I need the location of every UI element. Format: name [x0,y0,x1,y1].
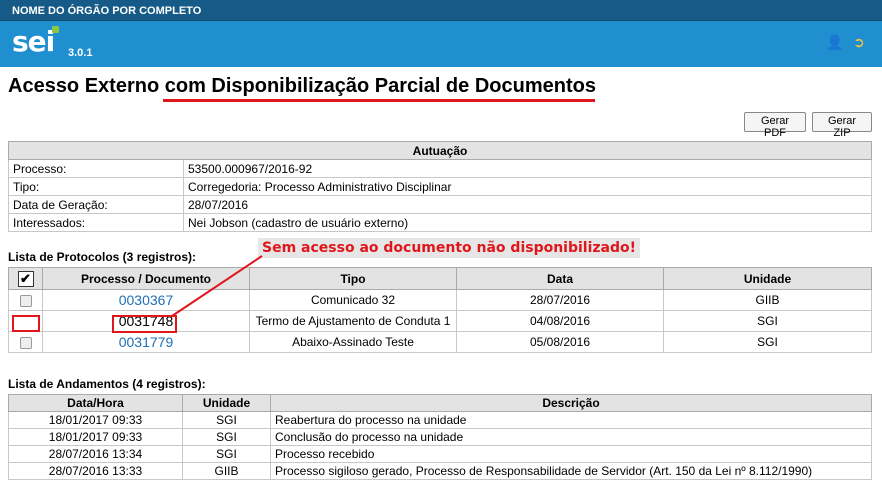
annotation-arrow-line [171,255,263,317]
